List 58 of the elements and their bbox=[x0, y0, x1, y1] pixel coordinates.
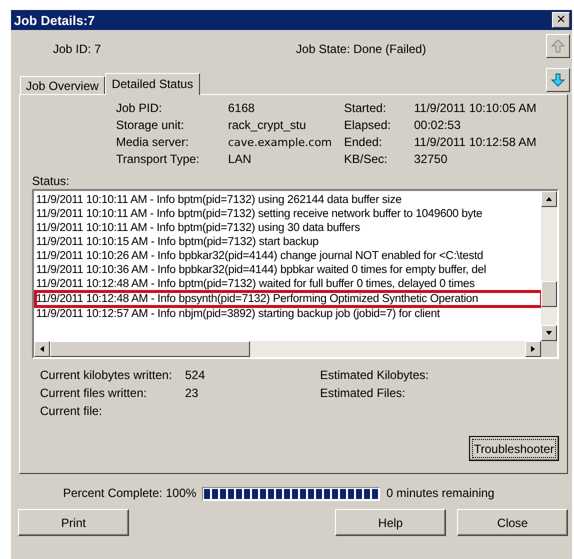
log-line: 11/9/2011 10:10:15 AM - Info bptm(pid=7132) start backup bbox=[36, 235, 320, 249]
log-line: 11/9/2011 10:10:11 AM - Info bptm(pid=7132) using 262144 data buffer size bbox=[36, 193, 402, 207]
detail-value: LAN bbox=[228, 152, 252, 167]
detail-label: Media server: bbox=[116, 135, 190, 150]
tab[interactable]: Detailed Status bbox=[104, 73, 200, 95]
scrollbar-thumb[interactable] bbox=[541, 281, 557, 307]
dialog-button[interactable]: Close bbox=[457, 509, 568, 536]
horizontal-scrollbar[interactable] bbox=[34, 341, 541, 357]
detail-label: Storage unit: bbox=[116, 118, 186, 133]
down-arrow-icon bbox=[551, 73, 565, 87]
next-button[interactable] bbox=[546, 68, 570, 92]
close-button[interactable]: × bbox=[552, 12, 570, 28]
scroll-down-icon bbox=[545, 329, 553, 337]
detail-label: Started: bbox=[344, 101, 388, 116]
stat-value: 524 bbox=[185, 368, 206, 383]
status-label: Status: bbox=[32, 174, 70, 188]
percent-complete-label: Percent Complete: 100% bbox=[63, 486, 196, 501]
scroll-left-icon bbox=[38, 345, 46, 353]
scrollbar-thumb[interactable] bbox=[50, 341, 250, 357]
detail-value: 6168 bbox=[228, 101, 256, 116]
log-line: 11/9/2011 10:10:36 AM - Info bpbkar32(pid=4144) bpbkar waited 0 times for empty buffer, del bbox=[36, 263, 488, 277]
log-line: 11/9/2011 10:12:57 AM - Info nbjm(pid=3892) starting backup job (jobid=7) for client bbox=[36, 307, 441, 321]
detail-value: 00:02:53 bbox=[414, 118, 462, 133]
detail-value: cave.example.com bbox=[228, 135, 333, 150]
tab[interactable]: Job Overview bbox=[20, 76, 105, 94]
log-line: 11/9/2011 10:10:11 AM - Info bptm(pid=7132) using 30 data buffers bbox=[36, 221, 361, 235]
stat-label: Current kilobytes written: bbox=[40, 368, 174, 383]
job-state-label: Job State: Done (Failed) bbox=[296, 42, 426, 56]
scroll-up-icon bbox=[545, 195, 553, 203]
log-line: 11/9/2011 10:12:48 AM - Info bptm(pid=7132) waited for full buffer 0 times, delayed 0 times bbox=[36, 277, 476, 291]
stat-label: Estimated Files: bbox=[320, 386, 406, 401]
detail-label: Job PID: bbox=[116, 101, 164, 116]
dialog-button[interactable]: Help bbox=[335, 509, 446, 536]
previous-button[interactable] bbox=[546, 34, 570, 58]
stat-value: 23 bbox=[185, 386, 200, 401]
stat-label: Estimated Kilobytes: bbox=[320, 368, 430, 383]
remaining-label: 0 minutes remaining bbox=[386, 486, 494, 501]
log-line: 11/9/2011 10:10:11 AM - Info bptm(pid=7132) setting receive network buffer to 1049600 byte bbox=[36, 207, 484, 221]
up-arrow-icon bbox=[551, 39, 565, 53]
troubleshooter-button[interactable]: Troubleshooter bbox=[469, 436, 559, 461]
stat-label: Current file: bbox=[40, 404, 104, 419]
job-id-label: Job ID: 7 bbox=[53, 42, 102, 56]
detail-label: KB/Sec: bbox=[344, 152, 388, 167]
stat-label: Current files written: bbox=[40, 386, 148, 401]
scrollbar-corner bbox=[541, 341, 557, 357]
detail-value: 32750 bbox=[414, 152, 448, 167]
detail-value: 11/9/2011 10:10:05 AM bbox=[414, 101, 538, 116]
detail-label: Transport Type: bbox=[116, 152, 200, 167]
detail-value: 11/9/2011 10:12:58 AM bbox=[414, 135, 538, 150]
scroll-right-icon bbox=[529, 345, 537, 353]
log-line: 11/9/2011 10:10:26 AM - Info bpbkar32(pid=4144) change journal NOT enabled for <C:\testd bbox=[36, 249, 484, 263]
highlighted-log-line: 11/9/2011 10:12:48 AM - Info bpsynth(pid=7132) Performing Optimized Synthetic Operation bbox=[36, 292, 541, 306]
detail-label: Elapsed: bbox=[344, 118, 392, 133]
vertical-scrollbar[interactable] bbox=[541, 191, 557, 341]
detail-value: rack_crypt_stu bbox=[228, 118, 308, 133]
print-button[interactable]: Print bbox=[18, 509, 129, 536]
window-title: Job Details:7 bbox=[14, 12, 95, 28]
detail-label: Ended: bbox=[344, 135, 384, 150]
